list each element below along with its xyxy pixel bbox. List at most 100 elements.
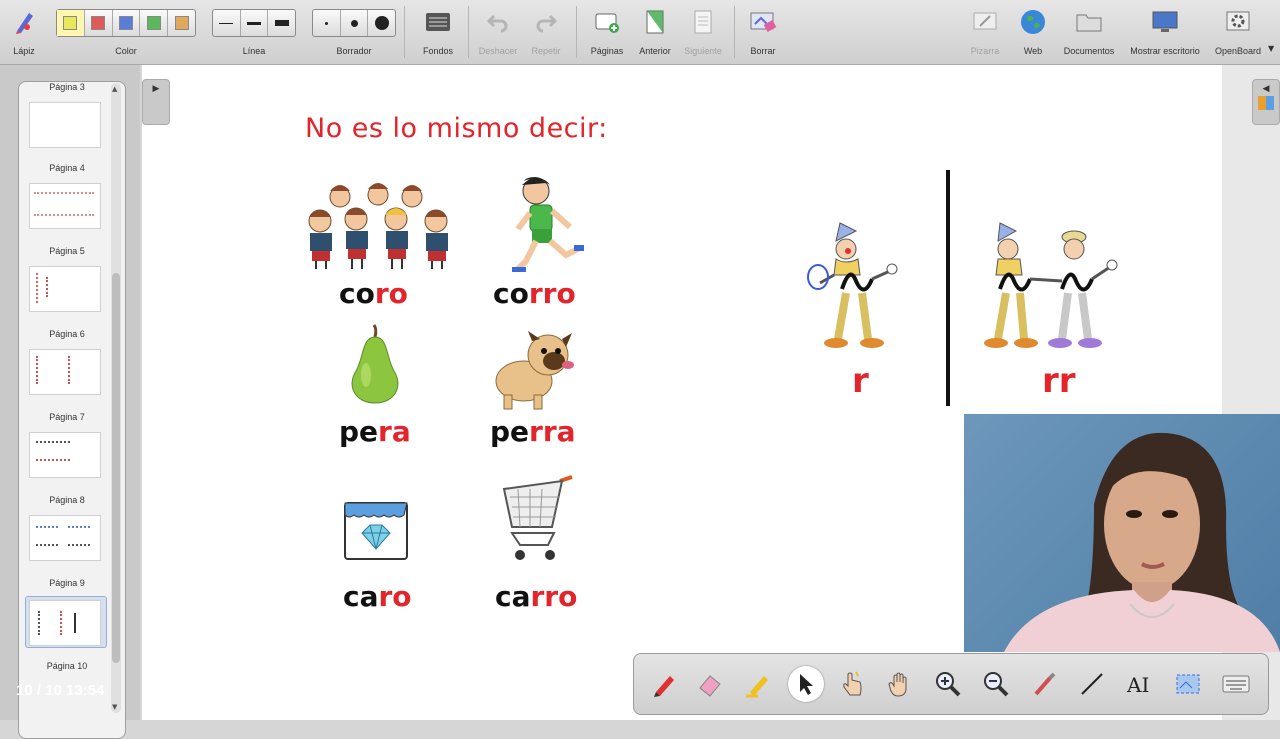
page-thumbnail-9[interactable] — [29, 600, 101, 646]
clowns-double-rr-image — [984, 222, 1118, 348]
laser-pointer-tool[interactable] — [1026, 666, 1062, 702]
slide-title: No es lo mismo decir: — [305, 113, 608, 144]
color-swatch-red[interactable] — [85, 10, 113, 36]
webcam-video — [964, 414, 1280, 652]
page-label: Página 7 — [49, 412, 85, 422]
word-perra: perra — [490, 415, 576, 448]
clear-button[interactable]: Borrar — [740, 0, 786, 64]
next-page-button[interactable]: Siguiente — [680, 0, 726, 64]
page-thumbnail-6[interactable] — [29, 349, 101, 395]
word-accent: ro — [378, 580, 412, 613]
text-tool[interactable]: AI — [1122, 666, 1158, 702]
color-swatch-yellow[interactable] — [57, 10, 85, 36]
previous-page-button[interactable]: Anterior — [632, 0, 678, 64]
line-thin-option[interactable] — [213, 10, 241, 36]
toolbar-separator — [468, 6, 469, 58]
word-pera: pera — [339, 415, 411, 448]
add-page-icon — [593, 8, 621, 36]
toolbar-separator — [734, 6, 735, 58]
eraser-small-option[interactable] — [313, 10, 341, 36]
documents-button[interactable]: Documentos — [1058, 0, 1120, 64]
pencil-tool[interactable]: Lápiz — [4, 0, 44, 64]
main-toolbar: Lápiz Color Línea Borrador Fondos Deshac… — [0, 0, 1280, 65]
toolbar-separator — [576, 6, 577, 58]
color-swatch-blue[interactable] — [113, 10, 141, 36]
word-coro: coro — [339, 277, 408, 310]
word-accent: ro — [374, 277, 408, 310]
zoom-in-tool[interactable] — [930, 666, 966, 702]
capture-tool[interactable] — [1170, 666, 1206, 702]
zoom-out-icon — [984, 672, 1009, 697]
virtual-keyboard-tool[interactable] — [1218, 666, 1254, 702]
clown-single-r-image — [807, 222, 898, 348]
line-tool[interactable] — [1074, 666, 1110, 702]
highlighter-tool[interactable] — [740, 666, 776, 702]
eraser-medium-option[interactable] — [341, 10, 369, 36]
pages-button[interactable]: Páginas — [584, 0, 630, 64]
tools-palette: AI — [633, 653, 1269, 715]
text-icon: AI — [1126, 673, 1149, 697]
page-label: Página 10 — [46, 661, 88, 671]
globe-icon — [1019, 8, 1047, 36]
hand-tool[interactable] — [882, 666, 918, 702]
pages-scrollbar[interactable]: ▲ ▼ — [111, 83, 121, 713]
line-width-options — [212, 9, 296, 37]
letter-single-r: r — [852, 361, 869, 401]
scrollbar-thumb[interactable] — [112, 273, 120, 663]
laser-pointer-icon — [1034, 672, 1056, 696]
openboard-button[interactable]: OpenBoard — [1210, 0, 1266, 64]
eraser-tool[interactable] — [692, 666, 728, 702]
eraser-size-options — [312, 9, 396, 37]
line-medium-option[interactable] — [241, 10, 269, 36]
pencil-icon — [10, 8, 38, 36]
folder-icon — [1075, 8, 1103, 36]
page-label: Página 8 — [49, 495, 85, 505]
pages-panel: Página 3 Página 4 Página 5 Página 6 Pági… — [0, 65, 140, 739]
word-accent: ra — [378, 415, 411, 448]
page-thumbnails-list[interactable]: Página 3 Página 4 Página 5 Página 6 Pági… — [18, 81, 126, 739]
page-thumbnail-5[interactable] — [29, 266, 101, 312]
hand-icon — [888, 672, 907, 697]
redo-button[interactable]: Repetir — [524, 0, 568, 64]
color-swatch-orange[interactable] — [168, 10, 195, 36]
page-thumbnail-4[interactable] — [29, 183, 101, 229]
left-panel-toggle[interactable]: ▶ — [142, 79, 170, 125]
toolbar-separator — [404, 6, 405, 58]
web-button[interactable]: Web — [1010, 0, 1056, 64]
page-thumbnail-3[interactable] — [29, 102, 101, 148]
undo-button[interactable]: Deshacer — [474, 0, 522, 64]
page-thumbnail-7[interactable] — [29, 432, 101, 478]
redo-icon — [532, 8, 560, 36]
word-base: ca — [343, 580, 379, 613]
select-tool[interactable] — [788, 666, 824, 702]
color-swatches — [56, 9, 196, 37]
eraser-large-option[interactable] — [368, 10, 395, 36]
color-swatch-green[interactable] — [140, 10, 169, 36]
right-panel-toggle[interactable]: ◀ — [1252, 79, 1280, 125]
board-button[interactable]: Pizarra — [962, 0, 1008, 64]
word-carro: carro — [495, 580, 577, 613]
scroll-down-icon[interactable]: ▼ — [112, 703, 117, 711]
line-icon — [1081, 673, 1103, 695]
backgrounds-button[interactable]: Fondos — [414, 0, 462, 64]
page-thumbnail-8[interactable] — [29, 515, 101, 561]
word-accent: rra — [529, 415, 576, 448]
running-boy-image — [512, 177, 584, 272]
word-corro: corro — [493, 277, 576, 310]
previous-page-icon — [641, 8, 669, 36]
word-base: ca — [495, 580, 531, 613]
chevron-down-icon[interactable]: ▼ — [1268, 44, 1274, 53]
page-label: Página 4 — [49, 163, 85, 173]
gear-icon — [1224, 8, 1252, 36]
pen-tool[interactable] — [646, 666, 682, 702]
zoom-out-tool[interactable] — [978, 666, 1014, 702]
show-desktop-button[interactable]: Mostrar escritorio — [1122, 0, 1208, 64]
pear-image — [351, 324, 399, 404]
hand-pointer-icon — [843, 671, 862, 696]
line-thick-option[interactable] — [268, 10, 295, 36]
screen-capture-icon — [1176, 674, 1200, 694]
pen-icon — [654, 676, 674, 697]
interact-tool[interactable] — [834, 666, 870, 702]
scroll-up-icon[interactable]: ▲ — [112, 85, 117, 93]
eraser-group: Borrador — [312, 0, 396, 64]
